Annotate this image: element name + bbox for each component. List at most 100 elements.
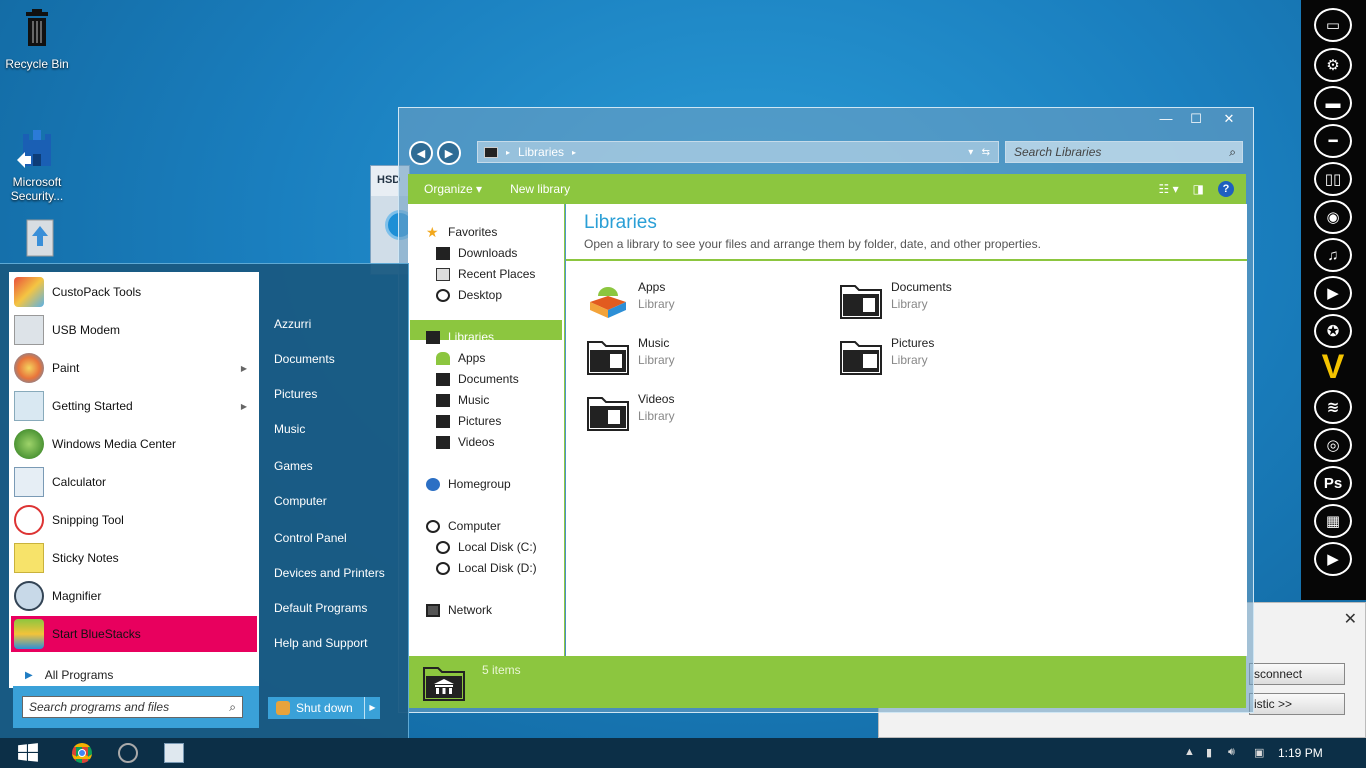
getting-started-icon bbox=[14, 391, 44, 421]
chrome-icon[interactable]: ◎ bbox=[1314, 428, 1352, 462]
disconnect-button[interactable]: sconnect bbox=[1249, 663, 1345, 685]
football-icon[interactable]: ✪ bbox=[1314, 314, 1352, 348]
submenu-arrow-icon: ▶ bbox=[240, 401, 247, 411]
program-snipping-tool[interactable]: Snipping Tool bbox=[11, 502, 257, 538]
start-link-documents[interactable]: Documents bbox=[274, 352, 335, 366]
preview-pane-icon[interactable]: ◨ bbox=[1193, 182, 1204, 196]
shutdown-options-arrow-icon[interactable]: ▶ bbox=[364, 697, 380, 719]
breadcrumb-separator: ▸ bbox=[506, 147, 511, 157]
desktop-icon-usb-modem[interactable] bbox=[0, 216, 74, 265]
help-icon[interactable]: ? bbox=[1218, 181, 1234, 197]
play-icon[interactable]: ▶ bbox=[1314, 542, 1352, 576]
desktop-icon-microsoft-security[interactable]: Microsoft Security... bbox=[0, 112, 74, 217]
video-camera-icon[interactable]: ▶ bbox=[1314, 276, 1352, 310]
breadcrumb-libraries[interactable]: Libraries bbox=[518, 145, 564, 159]
nav-item-desktop[interactable]: Desktop bbox=[436, 285, 502, 305]
library-item-music[interactable]: Music Library bbox=[586, 336, 675, 376]
bluestacks-icon bbox=[14, 619, 44, 649]
statistic-button[interactable]: istic >> bbox=[1249, 693, 1345, 715]
nav-item-computer[interactable]: Computer bbox=[426, 516, 501, 536]
program-windows-media-center[interactable]: Windows Media Center bbox=[11, 426, 257, 462]
control-panel-icon[interactable] bbox=[164, 743, 184, 763]
search-programs-input[interactable]: Search programs and files ⌕ bbox=[22, 696, 243, 718]
device-icon[interactable]: ▮ bbox=[1206, 746, 1212, 759]
shutdown-button[interactable]: Shut down ▶ bbox=[268, 697, 380, 719]
close-icon[interactable]: ✕ bbox=[1344, 609, 1357, 629]
start-link-computer[interactable]: Computer bbox=[274, 494, 327, 508]
libraries-folder-icon bbox=[426, 330, 440, 344]
program-sticky-notes[interactable]: Sticky Notes bbox=[11, 540, 257, 576]
start-link-help-support[interactable]: Help and Support bbox=[274, 636, 367, 650]
search-icon[interactable]: ⌕ bbox=[229, 700, 236, 715]
breadcrumb-chevron[interactable]: ▸ bbox=[572, 148, 576, 157]
program-magnifier[interactable]: Magnifier bbox=[11, 578, 257, 614]
volume-icon[interactable]: 🔊︎ bbox=[1228, 746, 1235, 759]
nav-item-favorites[interactable]: ★ Favorites bbox=[426, 222, 497, 242]
nav-item-recent-places[interactable]: Recent Places bbox=[436, 264, 535, 284]
start-link-user[interactable]: Azzurri bbox=[274, 317, 311, 331]
all-programs-button[interactable]: ▶ All Programs bbox=[25, 668, 113, 682]
program-paint[interactable]: Paint ▶ bbox=[11, 350, 257, 386]
organize-button[interactable]: Organize ▾ bbox=[424, 182, 482, 196]
nav-item-downloads[interactable]: Downloads bbox=[436, 243, 517, 263]
drive-icon[interactable]: ▬ bbox=[1314, 86, 1352, 120]
maximize-button[interactable]: ☐ bbox=[1181, 110, 1211, 128]
program-calculator[interactable]: Calculator bbox=[11, 464, 257, 500]
nav-item-documents[interactable]: Documents bbox=[436, 369, 519, 389]
item-count: 5 items bbox=[482, 663, 521, 677]
start-link-default-programs[interactable]: Default Programs bbox=[274, 601, 367, 615]
navigation-pane: ★ Favorites Downloads Recent Places Deskt… bbox=[408, 204, 565, 656]
close-button[interactable]: ✕ bbox=[1211, 110, 1247, 128]
nav-item-network[interactable]: Network bbox=[426, 600, 492, 620]
program-getting-started[interactable]: Getting Started ▶ bbox=[11, 388, 257, 424]
library-item-apps[interactable]: Apps Library bbox=[586, 280, 675, 320]
desktop-icon-recycle-bin[interactable]: Recycle Bin bbox=[0, 8, 74, 71]
start-link-music[interactable]: Music bbox=[274, 422, 305, 436]
v-logo-icon[interactable]: V bbox=[1316, 350, 1350, 384]
new-library-button[interactable]: New library bbox=[510, 182, 570, 196]
library-item-pictures[interactable]: Pictures Library bbox=[839, 336, 934, 376]
disc-drive-icon[interactable]: ━ bbox=[1314, 124, 1352, 158]
search-libraries-input[interactable]: Search Libraries ⌕ bbox=[1005, 141, 1243, 163]
windows-start-icon[interactable] bbox=[16, 742, 40, 764]
nav-item-videos[interactable]: Videos bbox=[436, 432, 494, 452]
gear-icon[interactable]: ⚙ bbox=[1314, 48, 1352, 82]
nav-item-libraries[interactable]: Libraries bbox=[426, 327, 494, 347]
tv-icon[interactable]: ▭ bbox=[1314, 8, 1352, 42]
music-icon[interactable]: ♫ bbox=[1314, 238, 1352, 272]
nav-item-apps[interactable]: Apps bbox=[436, 348, 485, 368]
program-custopack-tools[interactable]: CustoPack Tools bbox=[11, 274, 257, 310]
start-link-pictures[interactable]: Pictures bbox=[274, 387, 317, 401]
view-options-icon[interactable]: ☷ ▾ bbox=[1159, 182, 1179, 196]
chrome-icon[interactable] bbox=[72, 743, 92, 763]
camera-icon[interactable]: ◉ bbox=[1314, 200, 1352, 234]
book-icon[interactable]: ▯▯ bbox=[1314, 162, 1352, 196]
address-bar[interactable]: ▸ Libraries ▸ ▾ ⇆ bbox=[477, 141, 999, 163]
program-usb-modem[interactable]: USB Modem bbox=[11, 312, 257, 348]
start-link-games[interactable]: Games bbox=[274, 459, 313, 473]
forward-button[interactable]: ▶ bbox=[437, 141, 461, 165]
library-item-documents[interactable]: Documents Library bbox=[839, 280, 952, 320]
address-dropdown-icon[interactable]: ▾ ⇆ bbox=[968, 147, 990, 158]
nav-item-music[interactable]: Music bbox=[436, 390, 489, 410]
nav-item-local-disk-d[interactable]: Local Disk (D:) bbox=[436, 558, 537, 578]
back-button[interactable]: ◀ bbox=[409, 141, 433, 165]
start-link-devices-printers[interactable]: Devices and Printers bbox=[274, 566, 385, 580]
network-tray-icon[interactable]: ▣ bbox=[1254, 746, 1264, 759]
documents-folder-icon bbox=[436, 372, 450, 386]
program-start-bluestacks[interactable]: Start BlueStacks bbox=[11, 616, 257, 652]
wifi-icon[interactable]: ≋ bbox=[1314, 390, 1352, 424]
photoshop-icon[interactable]: Ps bbox=[1314, 466, 1352, 500]
tray-expand-icon[interactable]: ▲ bbox=[1184, 746, 1195, 758]
app-icon[interactable] bbox=[118, 743, 138, 763]
library-item-videos[interactable]: Videos Library bbox=[586, 392, 675, 432]
nav-item-pictures[interactable]: Pictures bbox=[436, 411, 501, 431]
pictures-folder-icon bbox=[840, 341, 882, 375]
minimize-button[interactable]: — bbox=[1151, 110, 1181, 128]
start-link-control-panel[interactable]: Control Panel bbox=[274, 531, 347, 545]
qr-icon[interactable]: ▦ bbox=[1314, 504, 1352, 538]
nav-item-homegroup[interactable]: Homegroup bbox=[426, 474, 511, 494]
clock[interactable]: 1:19 PM bbox=[1278, 746, 1323, 760]
nav-item-local-disk-c[interactable]: Local Disk (C:) bbox=[436, 537, 537, 557]
search-icon[interactable]: ⌕ bbox=[1229, 145, 1236, 160]
